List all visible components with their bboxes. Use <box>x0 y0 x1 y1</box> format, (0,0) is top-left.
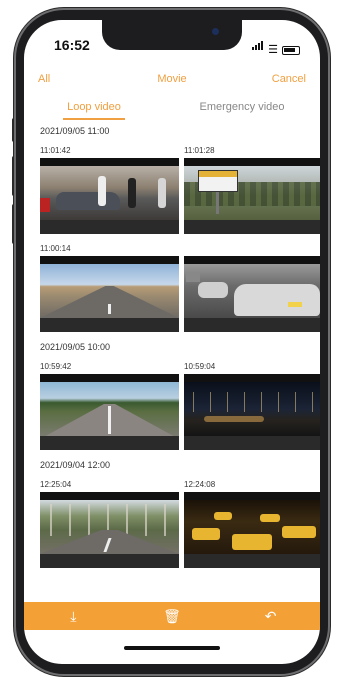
status-icons: ☰ <box>252 37 300 56</box>
top-bar: All Movie Cancel <box>24 68 320 90</box>
video-thumbnail[interactable] <box>40 158 179 234</box>
bottom-toolbar: ⤓ 🗑 ↶ <box>24 602 320 630</box>
home-indicator <box>124 646 220 650</box>
front-camera <box>212 28 219 35</box>
battery-icon <box>282 46 300 55</box>
video-time-7: 12:24:08 <box>184 480 216 489</box>
group-date-3: 2021/09/04 12:00 <box>40 460 111 470</box>
group-date-2: 2021/09/05 10:00 <box>40 342 111 352</box>
trash-icon[interactable]: 🗑 <box>160 608 184 625</box>
thumbnail-image <box>184 166 320 220</box>
tab-emergency-video[interactable]: Emergency video <box>182 96 302 122</box>
thumbnail-image <box>40 382 179 436</box>
video-thumbnail[interactable] <box>184 256 320 332</box>
thumbnail-image <box>184 264 320 318</box>
app-screen: 16:52 ☰ All Movie Cancel Loop video Emer… <box>24 20 320 664</box>
thumbnail-image <box>40 500 179 554</box>
cancel-button[interactable]: Cancel <box>272 73 306 85</box>
active-tab-indicator <box>63 118 125 120</box>
video-time-3: 11:00:14 <box>40 244 71 253</box>
thumbnail-image <box>184 382 320 436</box>
thumbnail-image <box>184 500 320 554</box>
video-thumbnail[interactable] <box>40 492 179 568</box>
thumbnail-image <box>40 264 179 318</box>
signal-icon <box>252 37 264 55</box>
thumbnail-image <box>40 166 179 220</box>
video-thumbnail[interactable] <box>184 374 320 450</box>
select-all-button[interactable]: All <box>38 73 50 85</box>
video-time-6: 12:25:04 <box>40 480 72 489</box>
download-icon[interactable]: ⤓ <box>61 608 85 625</box>
group-date-1: 2021/09/05 11:00 <box>40 126 110 136</box>
video-time-2: 11:01:28 <box>184 146 215 155</box>
video-thumbnail[interactable] <box>184 492 320 568</box>
video-thumbnail[interactable] <box>40 374 179 450</box>
status-time: 16:52 <box>54 37 90 53</box>
notch <box>102 20 242 50</box>
video-thumbnail[interactable] <box>184 158 320 234</box>
video-time-5: 10:59:04 <box>184 362 216 371</box>
video-time-1: 11:01:42 <box>40 146 71 155</box>
wifi-icon: ☰ <box>268 44 278 56</box>
return-icon[interactable]: ↶ <box>259 608 283 625</box>
video-time-4: 10:59:42 <box>40 362 72 371</box>
tab-bar: Loop video Emergency video <box>24 96 320 122</box>
video-thumbnail[interactable] <box>40 256 179 332</box>
